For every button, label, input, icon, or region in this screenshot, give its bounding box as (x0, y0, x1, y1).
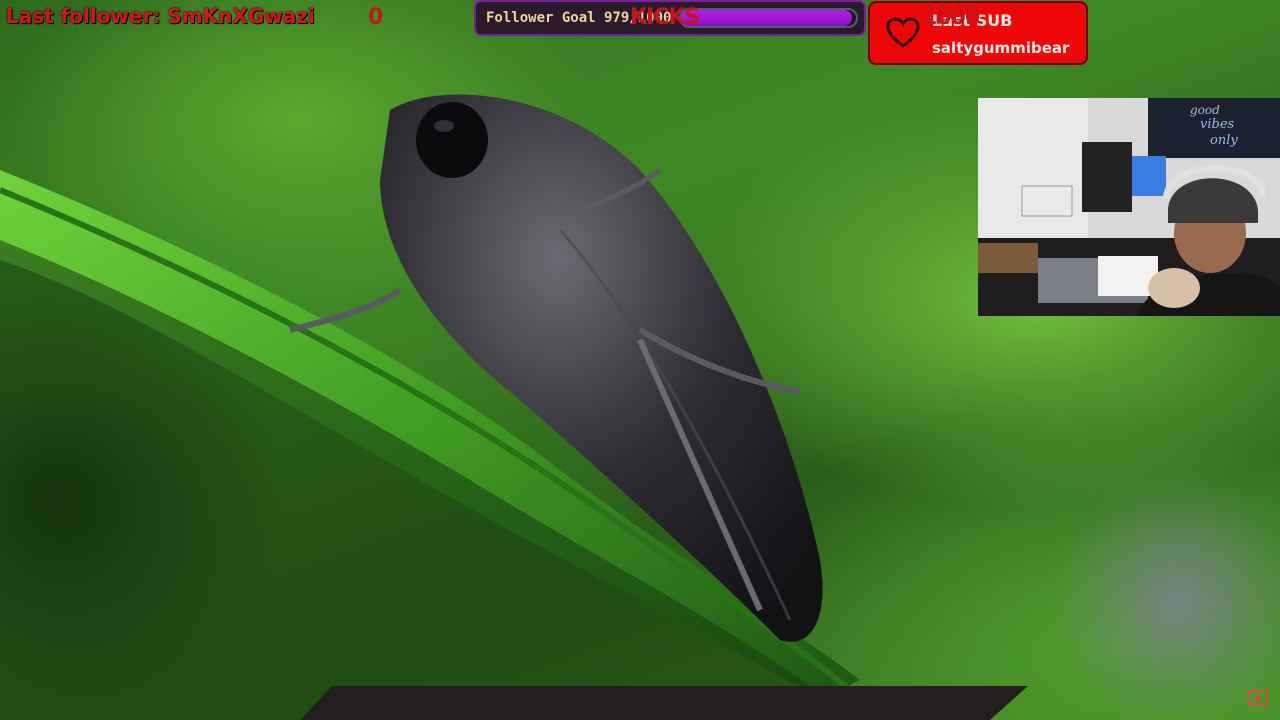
follower-goal-progress-track (679, 8, 858, 28)
heart-icon (886, 17, 920, 48)
kicks-max-value: 1000 (922, 5, 980, 30)
kicks-label: KICKS (630, 5, 700, 30)
neon-sign-line2: vibes (1200, 117, 1235, 132)
neon-sign-line3: only (1210, 133, 1238, 148)
kicks-min-value: 0 (368, 5, 383, 30)
youtube-icon[interactable] (1248, 690, 1268, 706)
last-follower-label: Last follower: SmKnXGwazi (6, 4, 315, 28)
follower-goal-progress-fill (681, 10, 853, 26)
webcam-scene: good vibes only (978, 98, 1280, 316)
last-sub-name: saltygummibear (932, 39, 1070, 57)
neon-sign-line1: good (1190, 103, 1220, 117)
kicks-bar (300, 686, 1028, 720)
webcam-feed: good vibes only (978, 98, 1280, 316)
